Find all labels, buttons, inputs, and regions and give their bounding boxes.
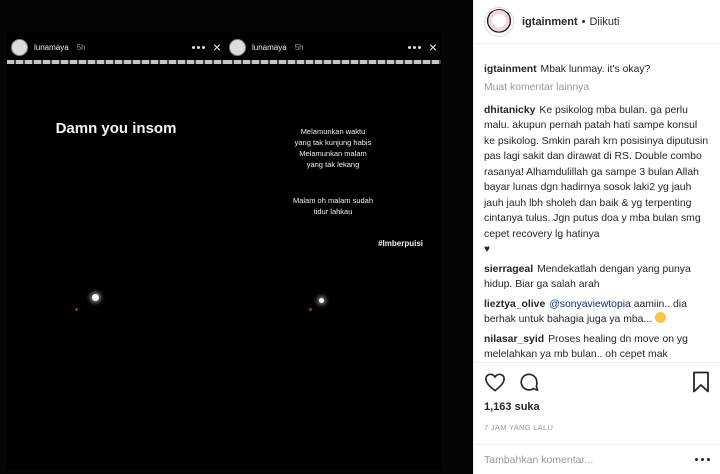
comment-item: sierrageal Mendekatlah dengan yang punya … bbox=[484, 262, 710, 293]
comment-username[interactable]: lieztya_olive bbox=[484, 299, 545, 310]
post-side-panel: igtainment • Diikuti igtainment Mbak lunm… bbox=[473, 0, 720, 474]
story-hashtag: #Imberpuisi bbox=[378, 239, 423, 248]
more-options-icon[interactable] bbox=[695, 458, 710, 461]
action-icons bbox=[484, 369, 710, 395]
caption-text: Mbak lunmay. it's okay? bbox=[540, 64, 651, 75]
story-progress-bar bbox=[225, 60, 441, 64]
account-logo-icon bbox=[486, 8, 512, 35]
comment-item: dhitanicky Ke psikolog mba bulan. ga perl… bbox=[484, 103, 710, 258]
poem-line: tidur lahkau bbox=[313, 207, 353, 216]
avatar[interactable] bbox=[484, 6, 514, 37]
story-close-icon: × bbox=[212, 39, 221, 55]
comment-icon[interactable] bbox=[518, 371, 540, 393]
comment-input[interactable] bbox=[484, 453, 684, 466]
comment-username[interactable]: dhitanicky bbox=[484, 105, 535, 116]
story-poem-1: Melamunkan waktu yang tak kunjung habis … bbox=[225, 126, 441, 170]
story-time: 5h bbox=[76, 42, 86, 52]
red-dot bbox=[75, 308, 78, 311]
story-progress-bar bbox=[7, 60, 225, 64]
header-username[interactable]: igtainment bbox=[522, 16, 578, 28]
heart-emoji: ♥ bbox=[484, 244, 490, 255]
follow-status-button[interactable]: Diikuti bbox=[589, 16, 619, 28]
post-media[interactable]: lunamaya 5h × Damn you insom lunamaya 5h… bbox=[0, 0, 473, 474]
story-close-icon: × bbox=[428, 39, 437, 55]
poem-line: yang tak lekang bbox=[306, 160, 360, 169]
comment-username[interactable]: sierrageal bbox=[484, 264, 533, 275]
poem-line: Malam oh malam sudah bbox=[292, 196, 374, 205]
comment-mention[interactable]: @sonyaviewtopia bbox=[549, 299, 631, 310]
poem-line: Melamunkan waktu bbox=[300, 127, 366, 136]
story-username: lunamaya bbox=[34, 42, 69, 52]
post-actions: 1,163 suka 7 JAM YANG LALU bbox=[474, 362, 720, 444]
light-dot bbox=[319, 298, 324, 303]
caption: igtainment Mbak lunmay. it's okay? bbox=[484, 62, 710, 78]
light-dot bbox=[92, 294, 99, 301]
story-more-icon bbox=[407, 45, 421, 49]
red-dot bbox=[309, 308, 312, 311]
story-time: 5h bbox=[294, 42, 304, 52]
story-avatar bbox=[11, 38, 28, 56]
comments-list[interactable]: igtainment Mbak lunmay. it's okay? Muat k… bbox=[474, 44, 720, 362]
story-text-big: Damn you insom bbox=[55, 120, 177, 137]
poem-line: yang tak kunjung habis bbox=[294, 138, 372, 147]
story-screenshot-right: lunamaya 5h × Melamunkan waktu yang tak … bbox=[225, 32, 441, 470]
likes-count[interactable]: 1,163 suka bbox=[484, 401, 710, 413]
load-more-comments-link[interactable]: Muat komentar lainnya bbox=[484, 82, 710, 93]
crying-face-icon bbox=[655, 312, 666, 323]
story-poem-2: Malam oh malam sudah tidur lahkau bbox=[225, 195, 441, 217]
add-comment-bar bbox=[474, 444, 720, 474]
caption-username[interactable]: igtainment bbox=[484, 64, 537, 75]
comment-username[interactable]: nilasar_syid bbox=[484, 334, 544, 345]
story-header: lunamaya 5h × bbox=[229, 36, 437, 58]
post-header: igtainment • Diikuti bbox=[474, 0, 720, 44]
heart-icon[interactable] bbox=[484, 372, 506, 392]
comment-item: lieztya_olive @sonyaviewtopia aamiin.. di… bbox=[484, 297, 710, 328]
story-screenshot-left: lunamaya 5h × Damn you insom bbox=[7, 32, 225, 470]
poem-line: Melamunkan malam bbox=[299, 149, 367, 158]
post-timestamp: 7 JAM YANG LALU bbox=[484, 423, 554, 432]
bookmark-icon[interactable] bbox=[692, 371, 710, 393]
story-avatar bbox=[229, 38, 246, 56]
comment-item: nilasar_syid Proses healing dn move on yg… bbox=[484, 332, 710, 363]
story-username: lunamaya bbox=[252, 42, 287, 52]
story-more-icon bbox=[191, 45, 205, 49]
header-separator: • bbox=[581, 15, 586, 28]
story-header: lunamaya 5h × bbox=[11, 36, 221, 58]
comment-text: Ke psikolog mba bulan. ga perlu malu. ak… bbox=[484, 104, 709, 240]
